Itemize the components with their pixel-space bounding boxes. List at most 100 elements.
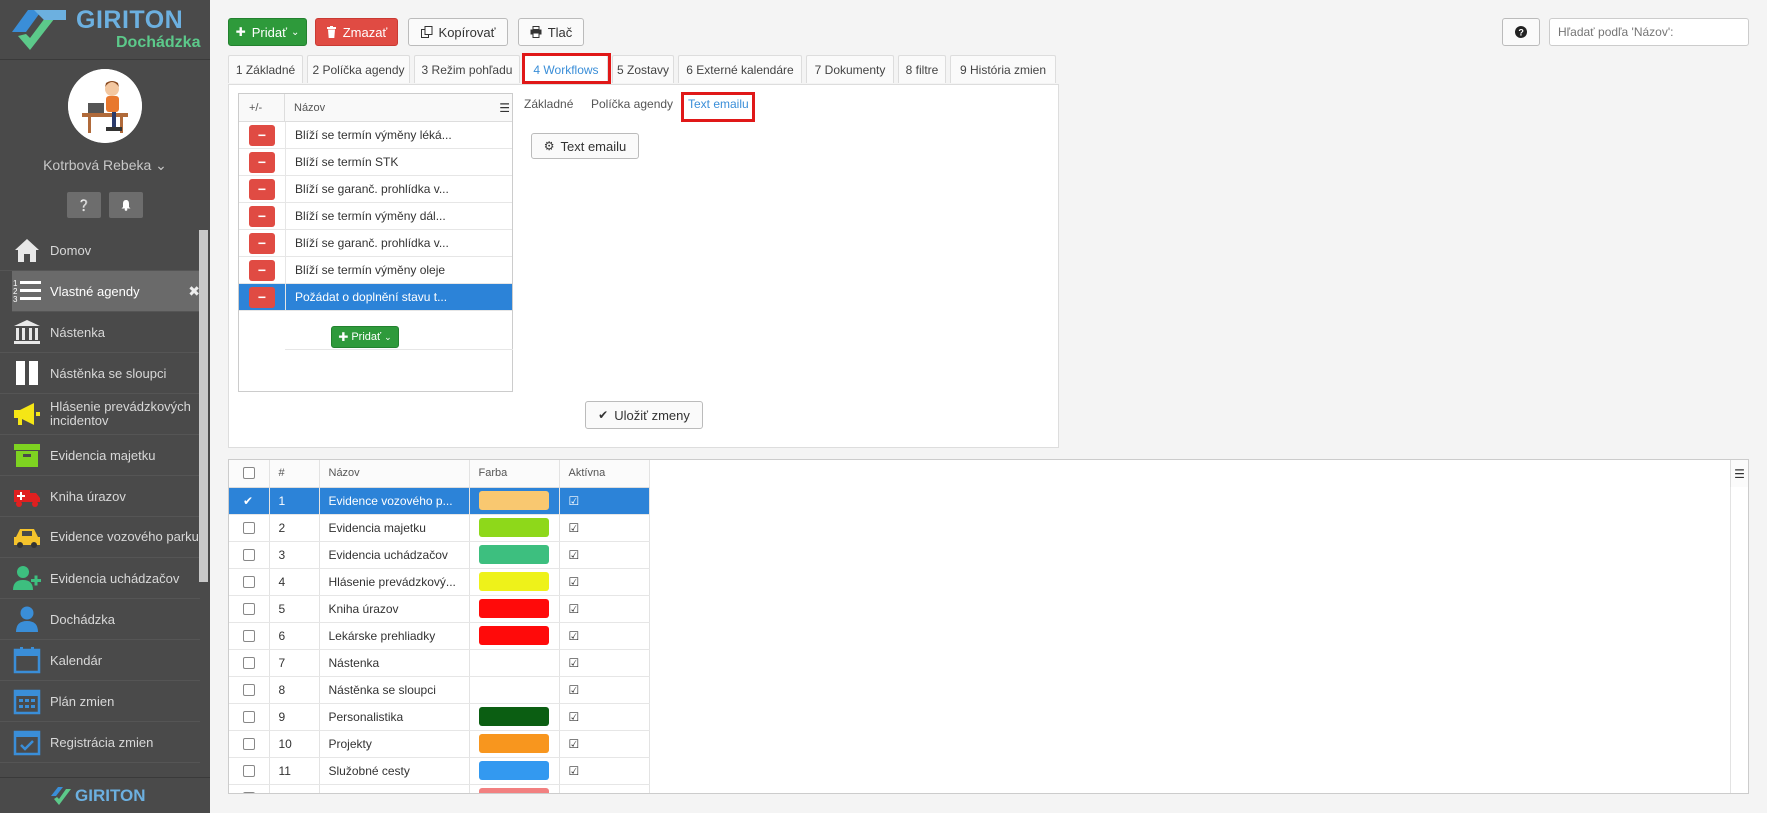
sidebar-item-kalendar[interactable]: Kalendár [0, 640, 200, 681]
sidebar-item-kniha-urazov[interactable]: Kniha úrazov [0, 476, 200, 517]
sidebar-item-hlasenie[interactable]: Hlásenie prevádzkových incidentov [0, 394, 200, 435]
subtab-zakladne[interactable]: Základné [524, 97, 573, 111]
avatar[interactable] [68, 69, 142, 143]
print-button[interactable]: Tlač [518, 18, 584, 46]
tab-dokumenty[interactable]: 7 Dokumenty [806, 55, 894, 83]
tab-filtre[interactable]: 8 filtre [898, 55, 946, 83]
grid-scrollbar[interactable] [1730, 487, 1748, 793]
tab-policka-agendy[interactable]: 2 Políčka agendy [307, 55, 410, 83]
sidebar-item-registracia-zmien[interactable]: Registrácia zmien [0, 722, 200, 763]
sidebar-item-nastenka-se-sloupci[interactable]: Nástěnka se sloupci [0, 353, 200, 394]
copy-button[interactable]: Kopírovať [408, 18, 508, 46]
list-item[interactable]: − Blíží se termín výměny oleje [239, 257, 512, 284]
list-item[interactable]: − Blíží se termín výměny léká... [239, 122, 512, 149]
tab-zakladne[interactable]: 1 Základné [228, 55, 303, 83]
workflow-name[interactable]: Blíží se termín STK [285, 149, 512, 175]
menu-icon[interactable]: ☰ [499, 101, 510, 115]
sidebar-item-nastenka[interactable]: Nástenka [0, 312, 200, 353]
table-row[interactable]: 12Whistleblowing form... ☑ [229, 784, 650, 793]
row-checkbox[interactable] [243, 792, 255, 793]
logo[interactable]: GIRITON Dochádzka [0, 0, 210, 60]
sidebar-item-evidencia-majetku[interactable]: Evidencia majetku [0, 435, 200, 476]
tab-zostavy[interactable]: 5 Zostavy [612, 55, 674, 83]
row-checkbox[interactable] [243, 711, 255, 724]
remove-workflow-button[interactable]: − [249, 124, 275, 146]
sidebar-item-label: Kalendár [50, 652, 103, 668]
sidebar-item-plan-zmien[interactable]: Plán zmien [0, 681, 200, 722]
tab-rezim-pohladu[interactable]: 3 Režim pohľadu [414, 55, 520, 83]
menu-icon[interactable]: ☰ [1730, 460, 1748, 487]
table-row[interactable]: ✔ 1 Evidence vozového p... ☑ [229, 487, 650, 515]
tab-historia-zmien[interactable]: 9 História zmien [950, 55, 1056, 83]
list-item[interactable]: − Požádat o doplnění stavu t... [239, 284, 512, 311]
workflow-add-button[interactable]: ✚ Pridať ⌄ [331, 326, 399, 348]
sidebar-item-evidencia-uchadzacov[interactable]: Evidencia uchádzačov [0, 558, 200, 599]
table-row[interactable]: 9 Personalistika ☑ [229, 703, 650, 731]
page-help-button[interactable]: ? [1502, 18, 1540, 46]
remove-workflow-button[interactable]: − [249, 178, 275, 200]
row-checkbox[interactable] [243, 630, 255, 643]
list-item[interactable]: − Blíží se termín výměny dál... [239, 203, 512, 230]
sidebar-item-domov[interactable]: Domov [0, 230, 200, 271]
workflow-name[interactable]: Blíží se garanč. prohlídka v... [285, 230, 512, 256]
list-item[interactable]: − Blíží se garanč. prohlídka v... [239, 176, 512, 203]
table-row[interactable]: 4 Hlásenie prevádzkový... ☑ [229, 568, 650, 596]
notifications-button[interactable] [109, 192, 143, 218]
remove-workflow-button[interactable]: − [249, 232, 275, 254]
col-active-header[interactable]: Aktívna [559, 460, 650, 488]
save-button[interactable]: ✔ Uložiť zmeny [585, 401, 703, 429]
email-text-button[interactable]: ⚙ Text emailu [531, 133, 639, 159]
remove-workflow-button[interactable]: − [249, 259, 275, 281]
sidebar-item-evidence-vozoveho-parku[interactable]: Evidence vozového parku [0, 517, 200, 558]
row-checkbox[interactable] [243, 549, 255, 562]
user-menu[interactable]: Kotrbová Rebeka ⌄ [0, 157, 210, 174]
question-icon: ❔ [77, 199, 91, 212]
help-button[interactable]: ❔ [67, 192, 101, 218]
table-row[interactable]: 2 Evidencia majetku ☑ [229, 514, 650, 542]
remove-workflow-button[interactable]: − [249, 151, 275, 173]
row-checkbox[interactable] [243, 684, 255, 697]
search-input[interactable] [1549, 18, 1749, 46]
sidebar-scrollbar[interactable] [199, 230, 208, 582]
row-checkbox[interactable] [243, 765, 255, 778]
select-all-checkbox[interactable] [243, 467, 255, 480]
subtab-policka-agendy[interactable]: Políčka agendy [591, 97, 673, 111]
table-row[interactable]: 3 Evidencia uchádzačov ☑ [229, 541, 650, 569]
table-row[interactable]: 11 Služobné cesty ☑ [229, 757, 650, 785]
col-name-header[interactable]: Názov [319, 460, 470, 488]
col-number-header[interactable]: # [269, 460, 320, 488]
workflow-name[interactable]: Požádat o doplnění stavu t... [285, 284, 512, 310]
tab-externe-kalendare[interactable]: 6 Externé kalendáre [678, 55, 802, 83]
row-checkbox[interactable] [243, 522, 255, 535]
row-checkbox[interactable] [243, 603, 255, 616]
workflow-name[interactable]: Blíží se termín výměny dál... [285, 203, 512, 229]
row-checkbox[interactable]: ✔ [243, 494, 253, 508]
col-color-header[interactable]: Farba [469, 460, 560, 488]
row-checkbox[interactable] [243, 576, 255, 589]
list-item[interactable]: − Blíží se termín STK [239, 149, 512, 176]
subtab-text-emailu[interactable]: Text emailu [688, 97, 749, 111]
row-color [469, 649, 560, 677]
row-name: Hlásenie prevádzkový... [319, 568, 470, 596]
select-all-header[interactable] [229, 460, 270, 488]
table-row[interactable]: 8 Nástěnka se sloupci ☑ [229, 676, 650, 704]
row-checkbox[interactable] [243, 657, 255, 670]
table-row[interactable]: 6 Lekárske prehliadky ☑ [229, 622, 650, 650]
table-row[interactable]: 7 Nástenka ☑ [229, 649, 650, 677]
workflow-name[interactable]: Blíží se termín výměny léká... [285, 122, 512, 148]
add-button[interactable]: ✚ Pridať ⌄ [228, 18, 307, 46]
table-row[interactable]: 5 Kniha úrazov ☑ [229, 595, 650, 623]
list-item[interactable]: − Blíží se garanč. prohlídka v... [239, 230, 512, 257]
tab-workflows[interactable]: 4 Workflows [524, 55, 608, 83]
workflow-name[interactable]: Blíží se termín výměny oleje [285, 257, 512, 283]
sidebar-item-vlastne-agendy[interactable]: 1 2 3 Vlastné agendy ✖ [12, 271, 200, 312]
sidebar-item-dochadzka[interactable]: Dochádzka [0, 599, 200, 640]
workflow-name[interactable]: Blíží se garanč. prohlídka v... [285, 176, 512, 202]
row-select-cell [229, 757, 270, 785]
table-row[interactable]: 10 Projekty ☑ [229, 730, 650, 758]
remove-workflow-button[interactable]: − [249, 286, 275, 308]
delete-button[interactable]: Zmazať [315, 18, 398, 46]
row-checkbox[interactable] [243, 738, 255, 751]
row-active: ☑ [559, 595, 650, 623]
remove-workflow-button[interactable]: − [249, 205, 275, 227]
